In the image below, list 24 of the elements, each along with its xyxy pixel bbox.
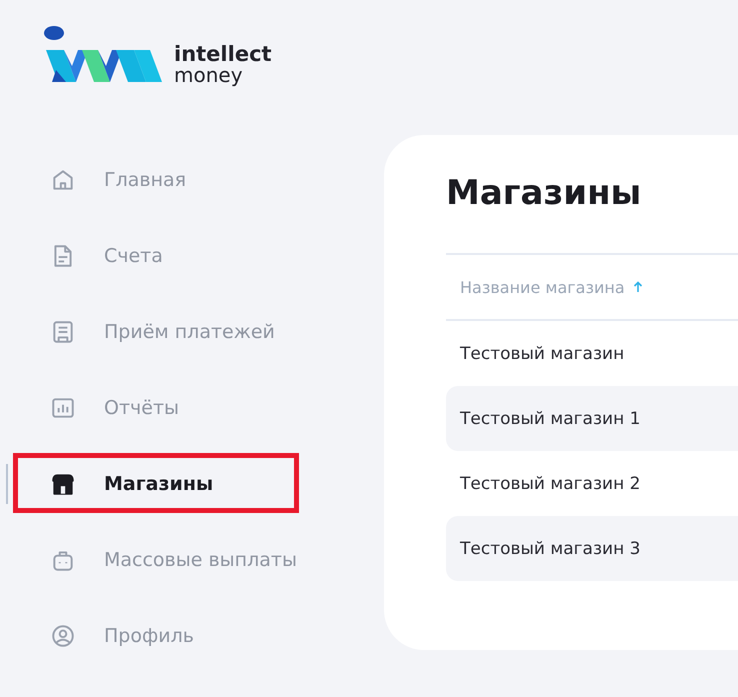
nav-label: Приём платежей — [104, 321, 275, 343]
nav-item[interactable]: Магазины — [0, 446, 384, 522]
nav-label: Счета — [104, 245, 163, 267]
nav-label: Магазины — [104, 473, 214, 495]
nav-label: Профиль — [104, 625, 194, 647]
nav-label: Главная — [104, 169, 186, 191]
table-cell-text: Тестовый магазин 1 — [459, 408, 640, 428]
nav-label: Отчёты — [104, 397, 180, 419]
active-indicator — [6, 464, 8, 504]
nav-label: Массовые выплаты — [104, 549, 297, 571]
page-title: Магазины — [446, 173, 642, 213]
logo-text: intellect — [174, 44, 272, 65]
table-cell-text: Тестовый магазин 3 — [459, 538, 640, 558]
nav-item[interactable]: Приём платежей — [0, 294, 384, 370]
table-cell-text: Тестовый магазин 2 — [459, 474, 640, 494]
nav-item[interactable]: Счета — [0, 218, 384, 294]
user-icon — [50, 623, 76, 649]
column-header[interactable]: Название магазина — [446, 278, 643, 296]
logo-text: money — [174, 65, 244, 85]
nav-item[interactable]: Отчёты — [0, 370, 384, 446]
nav-item[interactable]: Профиль — [0, 598, 384, 674]
nav-item[interactable]: Массовые выплаты — [0, 522, 384, 598]
nav-item[interactable]: Главная — [0, 142, 384, 218]
table-cell-text: Тестовый магазин — [459, 344, 624, 364]
